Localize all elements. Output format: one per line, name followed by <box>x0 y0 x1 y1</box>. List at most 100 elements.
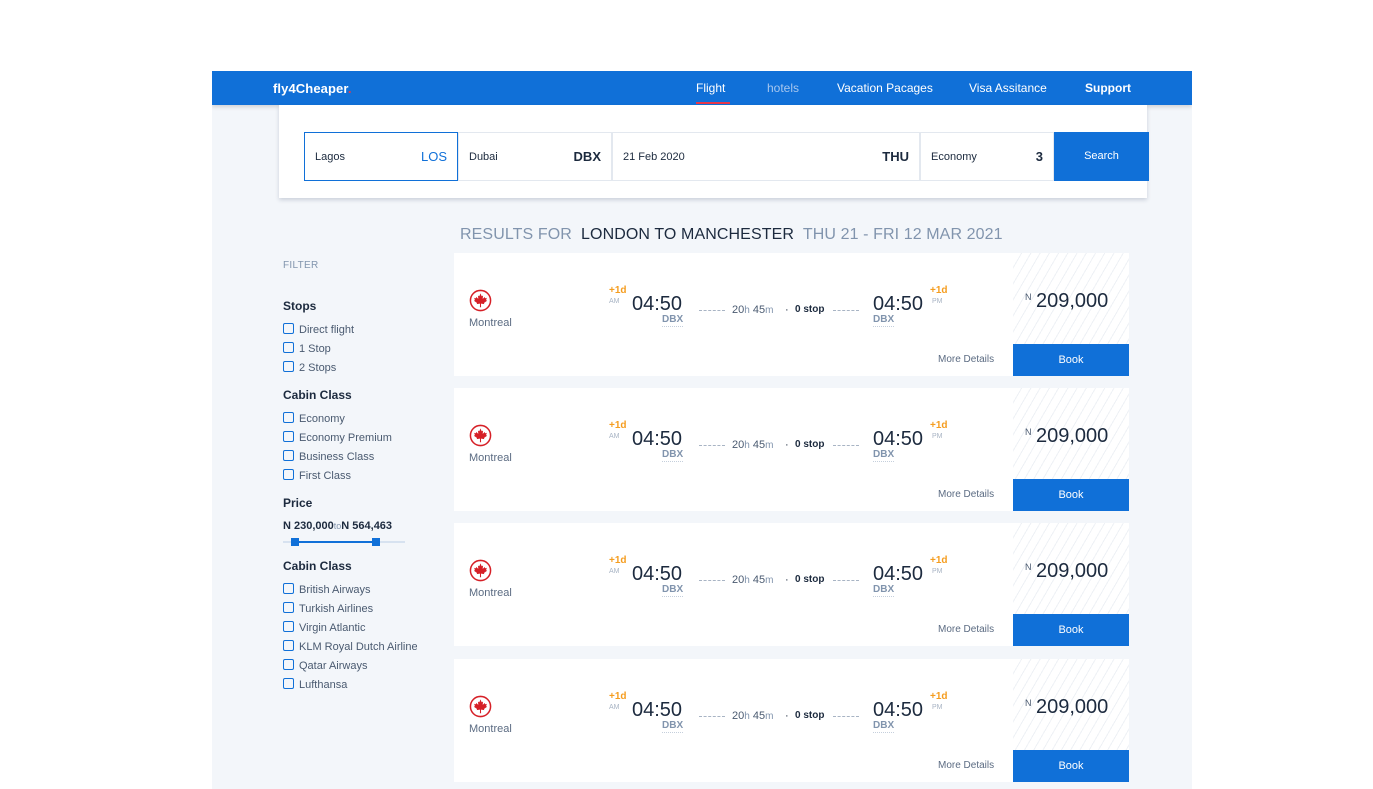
checkbox[interactable] <box>283 640 294 651</box>
departure-am-pm: AM <box>609 433 620 440</box>
departure-plus-day: +1d <box>609 420 627 431</box>
option-label: Qatar Airways <box>299 660 368 672</box>
checkbox[interactable] <box>283 450 294 461</box>
departure-airport-code: DBX <box>662 720 684 733</box>
departure-time: 04:50 <box>632 428 683 450</box>
route-dash-left <box>699 310 725 311</box>
arrival-time: 04:50 <box>873 428 924 450</box>
origin-city: Lagos <box>315 151 345 163</box>
stops-option-1[interactable]: 1 Stop <box>283 342 417 356</box>
option-label: Economy <box>299 413 345 425</box>
checkbox[interactable] <box>283 583 294 594</box>
duration-minutes-unit: m <box>765 305 774 316</box>
price-value: 209,000 <box>1036 425 1109 447</box>
book-button[interactable]: Book <box>1013 614 1129 646</box>
checkbox[interactable] <box>283 323 294 334</box>
checkbox[interactable] <box>283 469 294 480</box>
price-currency: N <box>1025 292 1032 302</box>
price-value: 209,000 <box>1036 696 1109 718</box>
cabin-option-economy-premium[interactable]: Economy Premium <box>283 431 417 445</box>
maple-leaf-icon <box>469 695 492 718</box>
arrival-airport-code: DBX <box>873 314 895 327</box>
book-button[interactable]: Book <box>1013 479 1129 511</box>
duration-hours-unit: h <box>744 575 750 586</box>
option-label: Lufthansa <box>299 679 348 691</box>
separator-dot: · <box>785 439 789 451</box>
passenger-count: 3 <box>1035 149 1043 164</box>
book-button[interactable]: Book <box>1013 750 1129 782</box>
duration-minutes: 45 <box>752 304 766 316</box>
route-dash-left <box>699 580 725 581</box>
route-dash-left <box>699 445 725 446</box>
cabin-passengers-field[interactable]: Economy 3 <box>920 132 1054 181</box>
departure-am-pm: AM <box>609 704 620 711</box>
brand-logo[interactable]: fly4Cheaper. <box>273 81 352 96</box>
duration-hours-unit: h <box>744 305 750 316</box>
cabin-option-first[interactable]: First Class <box>283 469 417 483</box>
more-details-link[interactable]: More Details <box>938 354 994 365</box>
destination-field[interactable]: Dubai DBX <box>458 132 612 181</box>
app-frame: fly4Cheaper. Flight hotels Vacation Paca… <box>212 71 1192 789</box>
more-details-link[interactable]: More Details <box>938 760 994 771</box>
date-field[interactable]: 21 Feb 2020 THU <box>612 132 920 181</box>
stops-count: 0 stop <box>795 710 825 721</box>
cabin-option-economy[interactable]: Economy <box>283 412 417 426</box>
cabin-option-business[interactable]: Business Class <box>283 450 417 464</box>
price-value: 209,000 <box>1036 290 1109 312</box>
duration-hours: 20 <box>732 710 745 722</box>
checkbox[interactable] <box>283 431 294 442</box>
duration-minutes: 45 <box>752 574 766 586</box>
stops-option-direct[interactable]: Direct flight <box>283 323 417 337</box>
airline-option-british-airways[interactable]: British Airways <box>283 583 417 597</box>
arrival-plus-day: +1d <box>930 285 948 296</box>
departure-plus-day: +1d <box>609 285 627 296</box>
airline-option-qatar[interactable]: Qatar Airways <box>283 659 417 673</box>
checkbox[interactable] <box>283 678 294 689</box>
date-day: THU <box>882 149 909 164</box>
book-button[interactable]: Book <box>1013 344 1129 376</box>
option-label: KLM Royal Dutch Airlines <box>299 641 417 653</box>
slider-min-thumb[interactable] <box>291 538 300 546</box>
flight-duration: 20h 45m <box>732 574 773 586</box>
stops-option-2[interactable]: 2 Stops <box>283 361 417 375</box>
airline-option-klm[interactable]: KLM Royal Dutch Airlines <box>283 640 417 654</box>
checkbox[interactable] <box>283 412 294 423</box>
brand-dot: . <box>347 81 352 96</box>
checkbox[interactable] <box>283 659 294 670</box>
nav-visa-assistance[interactable]: Visa Assitance <box>969 81 1047 95</box>
separator-dot: · <box>785 574 789 586</box>
price-range-text: N 230,000toN 564,463 <box>283 520 392 532</box>
more-details-link[interactable]: More Details <box>938 624 994 635</box>
departure-am-pm: AM <box>609 568 620 575</box>
departure-airport-code: DBX <box>662 314 684 327</box>
origin-field[interactable]: Lagos LOS <box>304 132 458 181</box>
checkbox[interactable] <box>283 621 294 632</box>
arrival-am-pm: PM <box>932 704 943 711</box>
airline-option-virgin-atlantic[interactable]: Virgin Atlantic <box>283 621 417 635</box>
checkbox[interactable] <box>283 602 294 613</box>
checkbox[interactable] <box>283 361 294 372</box>
option-label: First Class <box>299 470 351 482</box>
flight-result-card: Montreal +1d AM 04:50 DBX 20h 45m · 0 st… <box>454 659 1129 782</box>
duration-minutes: 45 <box>752 710 766 722</box>
nav-flight[interactable]: Flight <box>696 81 725 95</box>
slider-max-thumb[interactable] <box>371 538 380 546</box>
nav-hotels[interactable]: hotels <box>767 81 799 95</box>
checkbox[interactable] <box>283 342 294 353</box>
route-dash-right <box>833 310 859 311</box>
filter-title: FILTER <box>283 260 319 271</box>
nav-support[interactable]: Support <box>1085 81 1131 95</box>
route-dash-right <box>833 445 859 446</box>
price-range-slider[interactable] <box>283 538 405 546</box>
airline-option-lufthansa[interactable]: Lufthansa <box>283 678 417 692</box>
airline-option-turkish-airlines[interactable]: Turkish Airlines <box>283 602 417 616</box>
more-details-link[interactable]: More Details <box>938 489 994 500</box>
arrival-am-pm: PM <box>932 298 943 305</box>
price-currency: N <box>1025 562 1032 572</box>
departure-time: 04:50 <box>632 699 683 721</box>
duration-hours: 20 <box>732 304 745 316</box>
nav-vacation-packages[interactable]: Vacation Pacages <box>837 81 933 95</box>
active-nav-indicator <box>696 102 730 104</box>
stops-filter-title: Stops <box>283 299 317 313</box>
search-button[interactable]: Search <box>1054 132 1149 181</box>
